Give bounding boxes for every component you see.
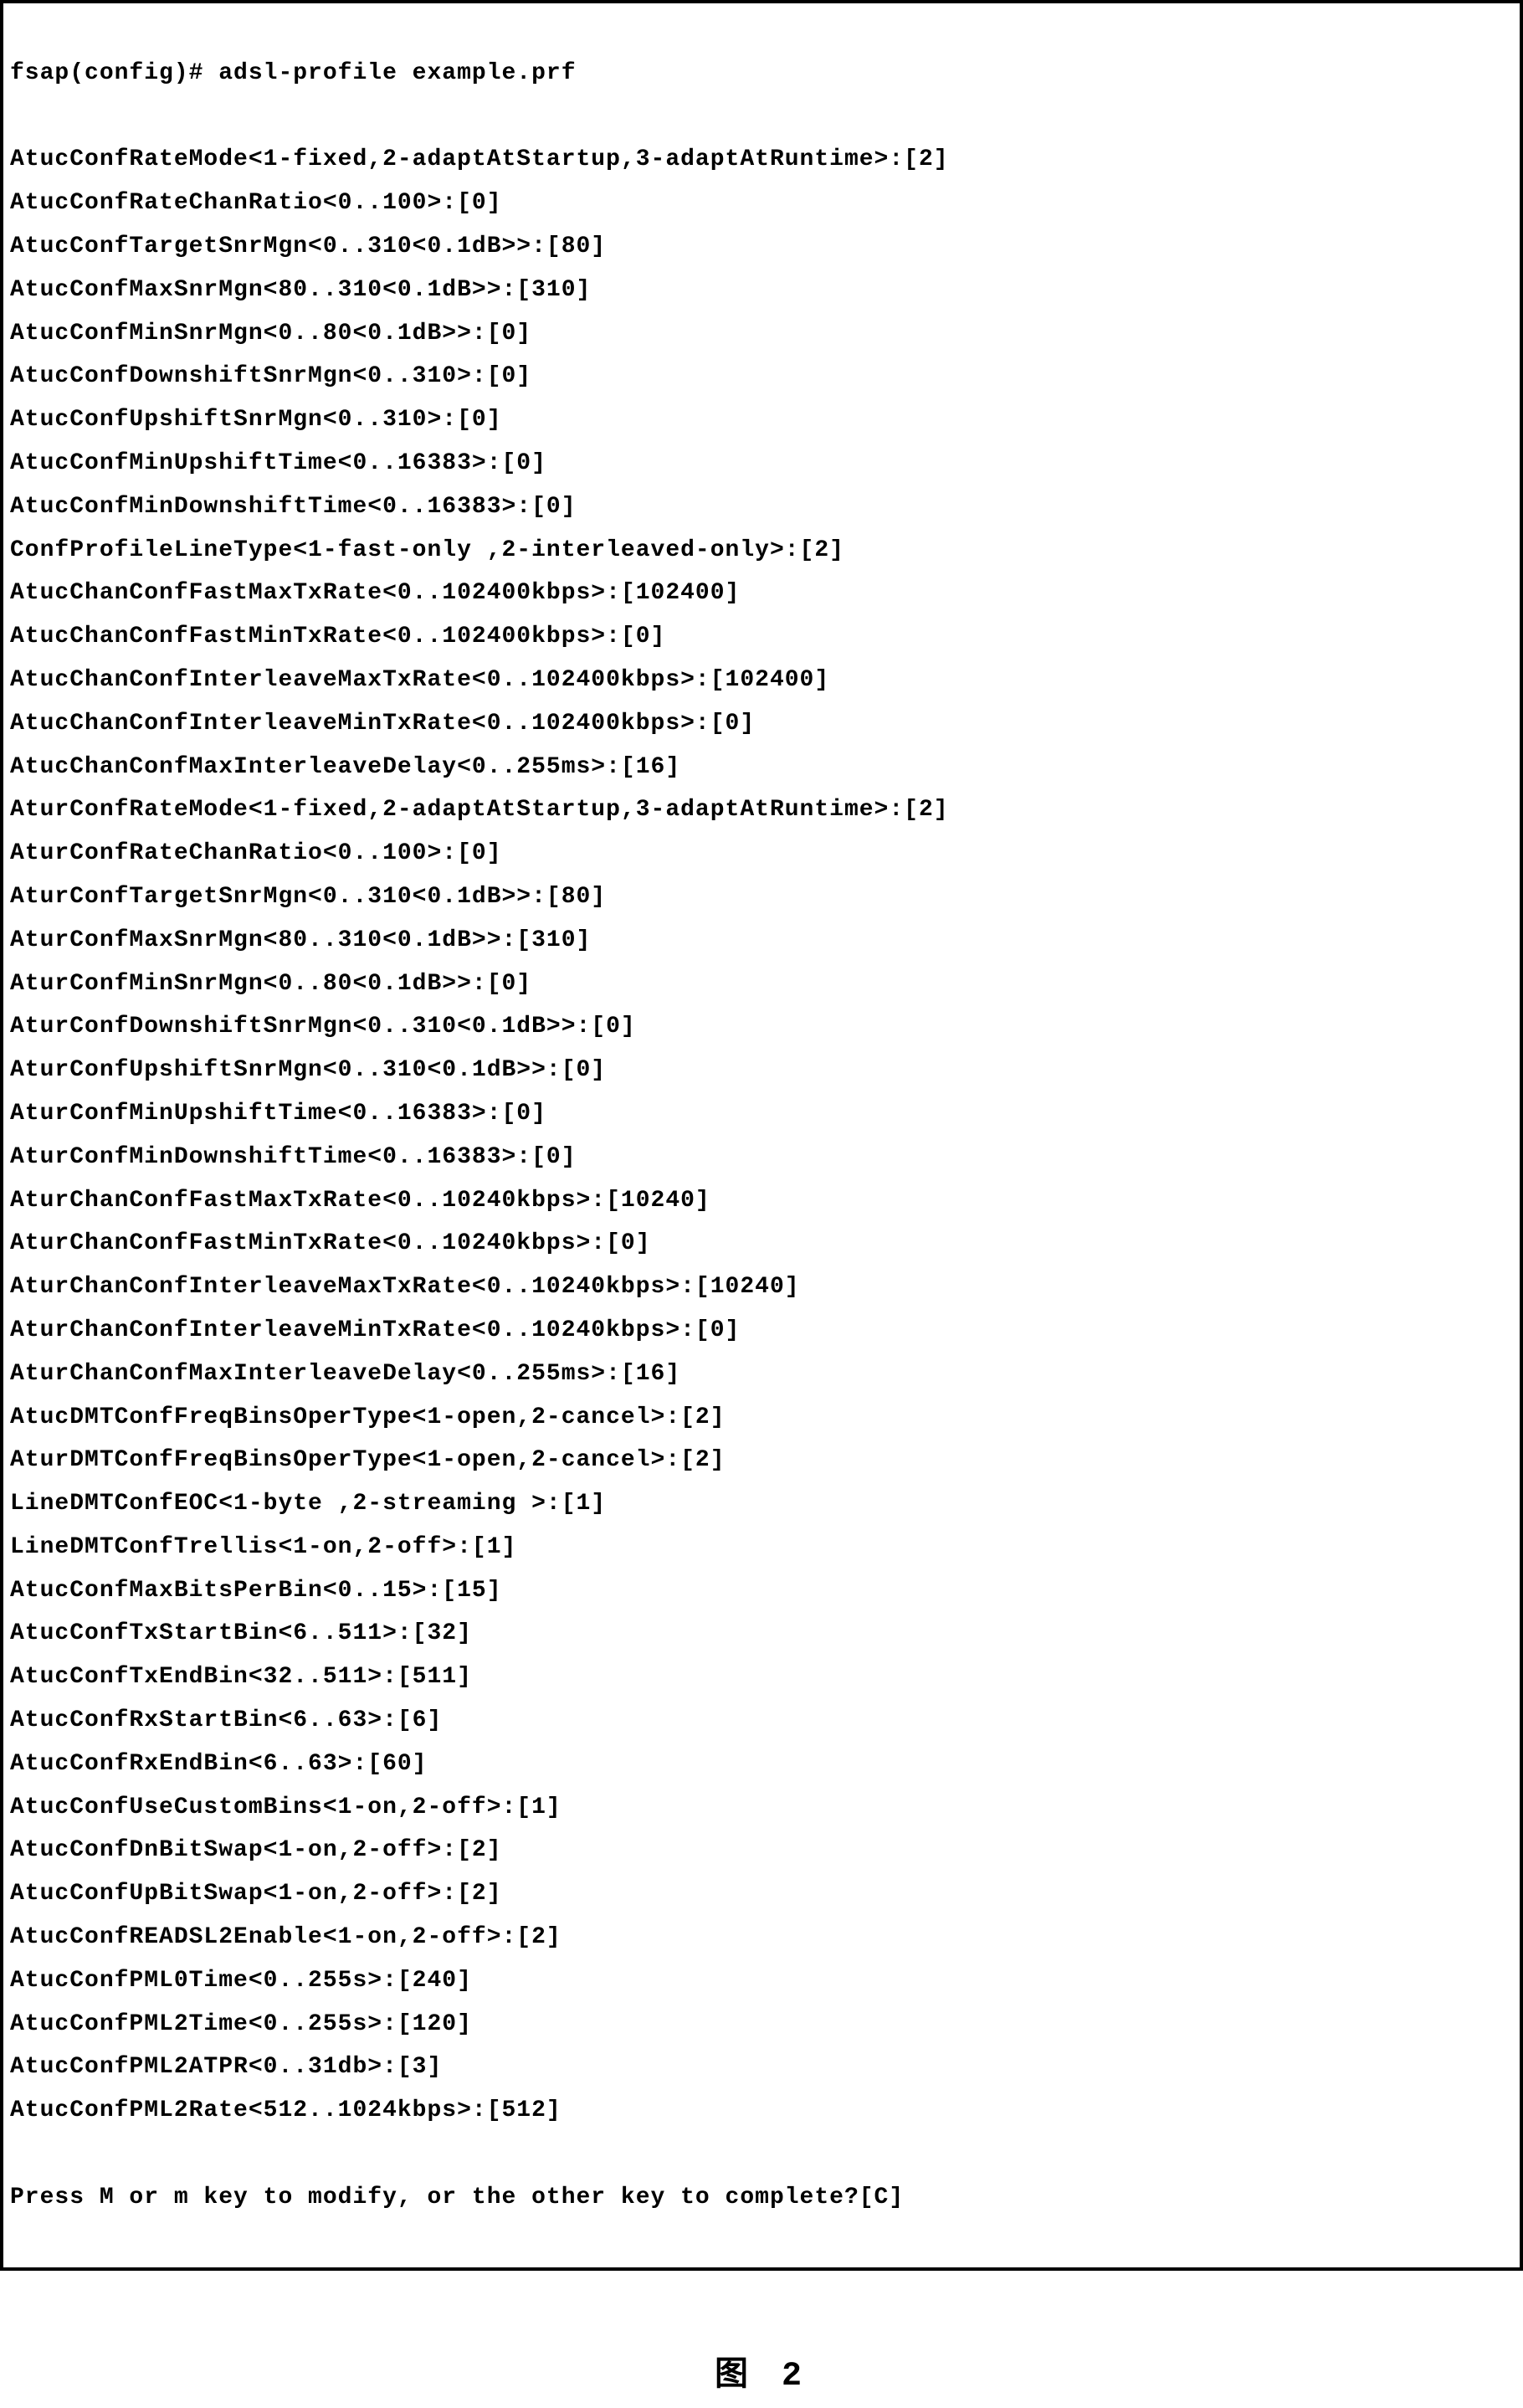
config-line: AtucDMTConfFreqBinsOperType<1-open,2-can…: [10, 1396, 1513, 1440]
config-line: AtucConfPML2ATPR<0..31db>:[3]: [10, 2046, 1513, 2089]
config-line: AtucChanConfFastMaxTxRate<0..102400kbps>…: [10, 572, 1513, 615]
config-line: AturDMTConfFreqBinsOperType<1-open,2-can…: [10, 1439, 1513, 1482]
config-lines: AtucConfRateMode<1-fixed,2-adaptAtStartu…: [10, 138, 1513, 2133]
config-line: AturConfRateChanRatio<0..100>:[0]: [10, 832, 1513, 875]
config-line: AtucConfREADSL2Enable<1-on,2-off>:[2]: [10, 1916, 1513, 1959]
config-line: LineDMTConfTrellis<1-on,2-off>:[1]: [10, 1526, 1513, 1569]
config-line: AturConfMinDownshiftTime<0..16383>:[0]: [10, 1136, 1513, 1179]
config-line: LineDMTConfEOC<1-byte ,2-streaming >:[1]: [10, 1482, 1513, 1526]
config-line: AturChanConfFastMinTxRate<0..10240kbps>:…: [10, 1222, 1513, 1266]
config-line: AtucChanConfFastMinTxRate<0..102400kbps>…: [10, 615, 1513, 659]
config-line: AtucConfTxStartBin<6..511>:[32]: [10, 1612, 1513, 1656]
config-line: AtucChanConfInterleaveMinTxRate<0..10240…: [10, 702, 1513, 746]
config-line: AtucConfMinUpshiftTime<0..16383>:[0]: [10, 442, 1513, 485]
figure-caption: 图 2: [0, 2346, 1523, 2408]
config-line: AturChanConfInterleaveMaxTxRate<0..10240…: [10, 1266, 1513, 1309]
config-line: ConfProfileLineType<1-fast-only ,2-inter…: [10, 529, 1513, 572]
config-line: AturConfTargetSnrMgn<0..310<0.1dB>>:[80]: [10, 875, 1513, 919]
config-line: AturChanConfMaxInterleaveDelay<0..255ms>…: [10, 1353, 1513, 1396]
config-line: AtucConfRxEndBin<6..63>:[60]: [10, 1743, 1513, 1786]
config-line: AtucConfDnBitSwap<1-on,2-off>:[2]: [10, 1829, 1513, 1872]
terminal-output[interactable]: fsap(config)# adsl-profile example.prf A…: [0, 0, 1523, 2271]
config-line: AtucConfMinDownshiftTime<0..16383>:[0]: [10, 485, 1513, 529]
config-line: AturConfRateMode<1-fixed,2-adaptAtStartu…: [10, 788, 1513, 832]
footer-prompt[interactable]: Press M or m key to modify, or the other…: [10, 2176, 1513, 2220]
command-prompt-line: fsap(config)# adsl-profile example.prf: [10, 52, 1513, 95]
config-line: AturChanConfFastMaxTxRate<0..10240kbps>:…: [10, 1179, 1513, 1223]
config-line: AtucConfPML0Time<0..255s>:[240]: [10, 1959, 1513, 2003]
config-line: AtucConfUpshiftSnrMgn<0..310>:[0]: [10, 398, 1513, 442]
config-line: AtucConfUseCustomBins<1-on,2-off>:[1]: [10, 1786, 1513, 1830]
config-line: AtucChanConfMaxInterleaveDelay<0..255ms>…: [10, 746, 1513, 789]
config-line: AturChanConfInterleaveMinTxRate<0..10240…: [10, 1309, 1513, 1353]
config-line: AturConfMinUpshiftTime<0..16383>:[0]: [10, 1092, 1513, 1136]
config-line: AtucConfTxEndBin<32..511>:[511]: [10, 1656, 1513, 1699]
config-line: AturConfUpshiftSnrMgn<0..310<0.1dB>>:[0]: [10, 1049, 1513, 1092]
config-line: AtucConfMinSnrMgn<0..80<0.1dB>>:[0]: [10, 312, 1513, 356]
config-line: AtucConfMaxBitsPerBin<0..15>:[15]: [10, 1569, 1513, 1613]
config-line: AturConfDownshiftSnrMgn<0..310<0.1dB>>:[…: [10, 1005, 1513, 1049]
config-line: AtucConfRateMode<1-fixed,2-adaptAtStartu…: [10, 138, 1513, 182]
config-line: AtucConfTargetSnrMgn<0..310<0.1dB>>:[80]: [10, 225, 1513, 269]
config-line: AtucConfRxStartBin<6..63>:[6]: [10, 1699, 1513, 1743]
config-line: AturConfMinSnrMgn<0..80<0.1dB>>:[0]: [10, 963, 1513, 1006]
config-line: AtucConfMaxSnrMgn<80..310<0.1dB>>:[310]: [10, 269, 1513, 312]
config-line: AtucConfPML2Rate<512..1024kbps>:[512]: [10, 2089, 1513, 2133]
config-line: AtucConfUpBitSwap<1-on,2-off>:[2]: [10, 1872, 1513, 1916]
config-line: AturConfMaxSnrMgn<80..310<0.1dB>>:[310]: [10, 919, 1513, 963]
config-line: AtucConfPML2Time<0..255s>:[120]: [10, 2003, 1513, 2046]
config-line: AtucConfRateChanRatio<0..100>:[0]: [10, 182, 1513, 225]
config-line: AtucChanConfInterleaveMaxTxRate<0..10240…: [10, 659, 1513, 702]
config-line: AtucConfDownshiftSnrMgn<0..310>:[0]: [10, 355, 1513, 398]
